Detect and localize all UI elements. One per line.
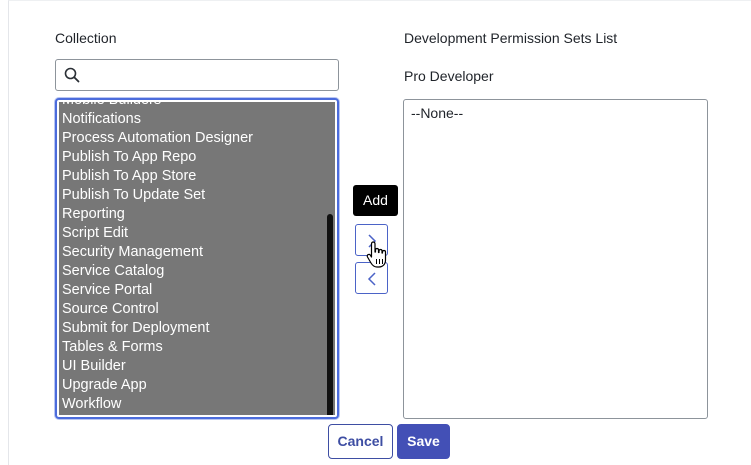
collection-list[interactable]: Mobile BuildersNotificationsProcess Auto… bbox=[55, 98, 339, 419]
list-item[interactable]: Reporting bbox=[62, 205, 325, 224]
collection-label: Collection bbox=[55, 30, 117, 46]
permission-list-title: Development Permission Sets List bbox=[404, 30, 618, 46]
save-button[interactable]: Save bbox=[397, 424, 450, 459]
list-item[interactable]: Script Edit bbox=[62, 224, 325, 243]
list-item[interactable]: Service Catalog bbox=[62, 262, 325, 281]
list-item[interactable]: Process Automation Designer bbox=[62, 129, 325, 148]
list-item[interactable]: Tables & Forms bbox=[62, 338, 325, 357]
list-item[interactable]: UI Builder bbox=[62, 357, 325, 376]
cancel-button[interactable]: Cancel bbox=[328, 424, 393, 459]
list-item[interactable]: Upgrade App bbox=[62, 376, 325, 395]
collection-items: Mobile BuildersNotificationsProcess Auto… bbox=[62, 102, 325, 414]
list-item[interactable]: Security Management bbox=[62, 243, 325, 262]
add-tooltip: Add bbox=[353, 185, 398, 216]
list-item[interactable]: Publish To App Repo bbox=[62, 148, 325, 167]
list-item[interactable]: Source Control bbox=[62, 300, 325, 319]
permission-list-subtitle: Pro Developer bbox=[404, 68, 494, 84]
scrollbar[interactable] bbox=[325, 104, 333, 415]
scrollbar-thumb[interactable] bbox=[327, 214, 333, 415]
search-input[interactable] bbox=[84, 64, 336, 88]
list-item[interactable]: Publish To App Store bbox=[62, 167, 325, 186]
list-item[interactable]: Notifications bbox=[62, 110, 325, 129]
chevron-left-icon bbox=[367, 272, 376, 286]
list-item[interactable]: Submit for Deployment bbox=[62, 319, 325, 338]
selected-permission-list[interactable]: --None-- bbox=[403, 99, 708, 419]
search-icon bbox=[64, 67, 80, 83]
list-item[interactable]: Mobile Builders bbox=[62, 102, 325, 110]
hand-cursor-icon bbox=[366, 241, 387, 268]
list-item[interactable]: Workflow bbox=[62, 395, 325, 414]
list-item[interactable]: Publish To Update Set bbox=[62, 186, 325, 205]
list-item[interactable]: Service Portal bbox=[62, 281, 325, 300]
collection-search[interactable] bbox=[55, 59, 339, 91]
list-item[interactable]: --None-- bbox=[411, 105, 463, 121]
